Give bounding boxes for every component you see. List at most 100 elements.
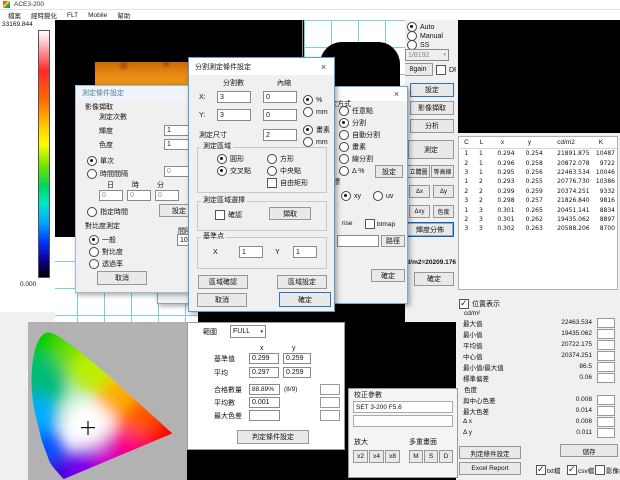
- multi-screen-button[interactable]: S: [424, 450, 438, 463]
- measure-size-field[interactable]: 2: [263, 129, 297, 141]
- gain-button[interactable]: 8gain: [403, 63, 433, 76]
- area-set-button[interactable]: 區域設定: [277, 275, 327, 289]
- luminance-distribution-button[interactable]: 輝度分佈: [406, 222, 454, 237]
- method-radio[interactable]: Δ %: [339, 165, 380, 177]
- analyze-button[interactable]: 分析: [410, 119, 454, 133]
- contrast-radio[interactable]: 對比度: [89, 247, 123, 257]
- cross-point-radio[interactable]: 交叉點: [217, 166, 251, 176]
- path-browse-button[interactable]: 路徑: [381, 235, 405, 247]
- interval-radio[interactable]: 時間間隔: [87, 169, 128, 179]
- method-radio[interactable]: 自動分割: [339, 129, 380, 141]
- menu-item[interactable]: Mobile: [88, 12, 107, 19]
- excel-report-button[interactable]: Excel Report: [459, 462, 521, 475]
- base-y-field[interactable]: 1: [293, 246, 317, 258]
- circle-radio[interactable]: 圓形: [217, 154, 244, 164]
- method-radio[interactable]: 線分割: [339, 153, 380, 165]
- normal-radio[interactable]: 一般: [89, 235, 116, 245]
- position-display-checkbox[interactable]: 位置表示: [459, 299, 500, 309]
- coord-xy-radio[interactable]: xy: [341, 191, 361, 201]
- close-icon[interactable]: ×: [390, 88, 403, 99]
- method-radio[interactable]: 分割: [339, 117, 380, 129]
- mm2-radio[interactable]: mm: [303, 137, 328, 147]
- chroma-button[interactable]: 色度: [433, 205, 454, 218]
- confirm-button[interactable]: 確定: [414, 272, 454, 286]
- center-point-radio[interactable]: 中央點: [267, 166, 301, 176]
- contour-button[interactable]: 等高線: [431, 165, 454, 178]
- single-radio[interactable]: 單次: [87, 156, 114, 166]
- reference-label: 基準值: [214, 356, 235, 364]
- delta-y-button[interactable]: Δy: [433, 185, 454, 198]
- average-x-field[interactable]: 0.297: [249, 367, 279, 378]
- table-row[interactable]: 2 1 0.296 0.258 20872.078 9722: [459, 158, 617, 167]
- x-division-field[interactable]: 3: [217, 91, 251, 103]
- menu-item[interactable]: 經時變化: [31, 10, 57, 20]
- reference-x-field[interactable]: 0.299: [249, 353, 279, 364]
- close-icon[interactable]: ×: [317, 61, 330, 72]
- results-judge-button[interactable]: 判定條件設定: [459, 446, 521, 459]
- results-table-header: CLxycd/m2K: [459, 137, 617, 149]
- method-radio[interactable]: 任意點: [339, 105, 380, 117]
- average-y-field[interactable]: 0.259: [283, 367, 311, 378]
- measure-cancel-button[interactable]: 取消: [97, 271, 147, 285]
- x-inset-field[interactable]: 0: [263, 91, 297, 103]
- summary-judge-button[interactable]: 判定條件設定: [237, 430, 309, 444]
- capture-area-button[interactable]: 擷取: [269, 207, 311, 220]
- stat-row: 與中心色差 0.008: [463, 394, 615, 405]
- base-x-label: X: [213, 249, 218, 257]
- delta-xy-button[interactable]: Δxy: [409, 205, 430, 218]
- bitmap-checkbox[interactable]: btmap: [365, 219, 395, 229]
- menu-item[interactable]: 幫助: [117, 10, 130, 20]
- multi-screen-button[interactable]: M: [409, 450, 423, 463]
- split-ok-button[interactable]: 確定: [279, 292, 331, 307]
- cie-diagram-panel: [28, 322, 187, 480]
- save-button[interactable]: 儲存: [560, 444, 618, 457]
- table-row[interactable]: 2 3 0.301 0.262 19435.062 8897: [459, 215, 617, 224]
- csv-file-checkbox[interactable]: csv檔: [567, 465, 594, 475]
- range-label: 範圍: [203, 329, 217, 337]
- y-division-field[interactable]: 3: [217, 109, 251, 121]
- specified-time-radio[interactable]: 指定時間: [87, 207, 128, 217]
- free-rect-checkbox[interactable]: 自由矩形: [267, 178, 308, 188]
- menu-item[interactable]: FLT: [67, 12, 78, 19]
- table-row[interactable]: 3 2 0.298 0.257 21826.840 9816: [459, 196, 617, 205]
- transmittance-radio[interactable]: 透過率: [89, 259, 123, 269]
- coord-uv-radio[interactable]: uv: [373, 191, 393, 201]
- settings-button[interactable]: 設定: [410, 83, 454, 97]
- judge-result-box: [597, 428, 615, 438]
- image-file-checkbox[interactable]: 影像檔: [595, 465, 620, 475]
- method-radio-list: 任意點 分割 自動分割 畫素 線分割 Δ: [339, 105, 380, 177]
- image-capture-button[interactable]: 影像擷取: [410, 101, 454, 115]
- measure-button[interactable]: 測定: [408, 140, 454, 159]
- menu-item[interactable]: 檔案: [8, 10, 21, 20]
- percent-radio[interactable]: %: [303, 95, 322, 105]
- method-radio[interactable]: 畫素: [339, 141, 380, 153]
- txt-file-checkbox[interactable]: txt檔: [536, 465, 560, 475]
- table-row[interactable]: 3 3 0.302 0.263 20588.206 8700: [459, 224, 617, 233]
- mm-radio[interactable]: mm: [303, 107, 328, 117]
- method-set-button[interactable]: 設定: [375, 165, 403, 178]
- square-radio[interactable]: 方形: [267, 154, 294, 164]
- multi-screen-button[interactable]: D: [439, 450, 453, 463]
- zoom-factor-button[interactable]: x4: [369, 450, 384, 463]
- reference-y-field[interactable]: 0.259: [283, 353, 311, 364]
- table-row[interactable]: 1 1 0.294 0.254 21891.875 10487: [459, 149, 617, 158]
- solid-view-button[interactable]: 立體圖: [407, 165, 430, 178]
- method-ok-button[interactable]: 確定: [371, 269, 405, 282]
- y-inset-field[interactable]: 0: [263, 109, 297, 121]
- table-row[interactable]: 1 3 0.301 0.265 20451.141 8834: [459, 205, 617, 214]
- area-confirm-button[interactable]: 區域確認: [198, 275, 248, 289]
- zoom-factor-button[interactable]: x8: [385, 450, 400, 463]
- table-row[interactable]: 3 1 0.295 0.256 22463.534 10046: [459, 168, 617, 177]
- stat-row: 最小值 19435.062: [463, 328, 615, 339]
- zoom-factor-button[interactable]: x2: [353, 450, 368, 463]
- judge-result-box: [597, 351, 615, 361]
- table-row[interactable]: 1 2 0.293 0.255 20776.730 10386: [459, 177, 617, 186]
- output-path-field[interactable]: [337, 235, 379, 247]
- range-select[interactable]: FULL▾: [230, 325, 266, 338]
- confirm-checkbox[interactable]: 確認: [215, 210, 242, 220]
- table-row[interactable]: 2 2 0.299 0.259 20374.251 9332: [459, 187, 617, 196]
- delta-x-button[interactable]: Δx: [409, 185, 430, 198]
- base-x-field[interactable]: 1: [239, 246, 263, 258]
- pixel-radio[interactable]: 畫素: [303, 125, 330, 135]
- split-cancel-button[interactable]: 取消: [197, 293, 247, 307]
